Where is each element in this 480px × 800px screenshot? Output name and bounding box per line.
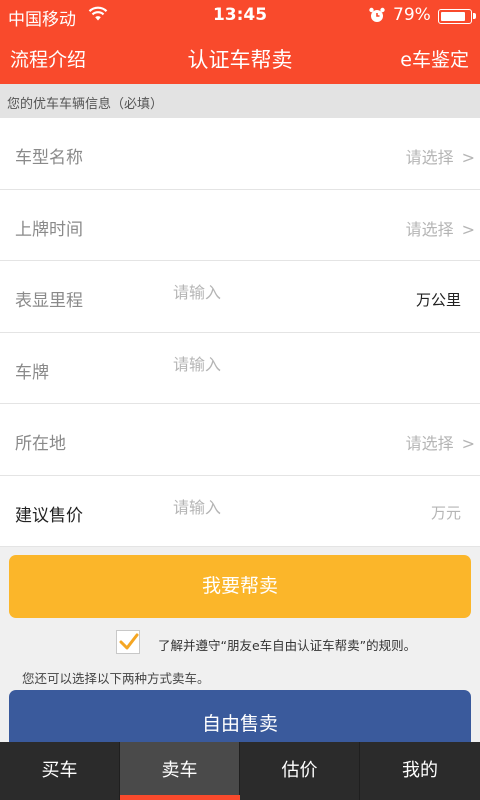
battery-percent: 79% <box>393 5 431 25</box>
suggested-price-label: 建议售价 <box>15 505 83 526</box>
nav-bar: 流程介绍 认证车帮卖 e车鉴定 <box>0 32 480 84</box>
registration-date-select[interactable]: 请选择 > <box>406 216 475 240</box>
checkmark-icon <box>119 633 139 650</box>
battery-fill <box>440 11 465 21</box>
car-inspection-link[interactable]: e车鉴定 <box>400 45 469 72</box>
car-model-row[interactable]: 车型名称 请选择 > <box>0 118 480 190</box>
section-header: 您的优车车辆信息（必填） <box>0 84 480 118</box>
alarm-icon <box>368 6 386 29</box>
vehicle-info-form: 车型名称 请选择 > 上牌时间 请选择 > 表显里程 请输入 万公里 车牌 请输入 … <box>0 118 480 547</box>
help-sell-button[interactable]: 我要帮卖 <box>9 555 471 618</box>
plate-row: 车牌 请输入 <box>0 333 480 404</box>
car-model-label: 车型名称 <box>15 148 83 168</box>
plate-label: 车牌 <box>15 362 49 383</box>
agreement-text[interactable]: 了解并遵守“朋友e车自由认证车帮卖”的规则。 <box>158 635 416 654</box>
car-model-select[interactable]: 请选择 > <box>406 144 475 168</box>
plate-input[interactable]: 请输入 <box>173 351 221 375</box>
registration-date-label: 上牌时间 <box>15 219 83 240</box>
location-select[interactable]: 请选择 > <box>406 430 475 454</box>
alternative-note: 您还可以选择以下两种方式卖车。 <box>22 671 210 686</box>
mileage-label: 表显里程 <box>15 291 83 311</box>
chevron-right-icon: > <box>461 148 475 167</box>
registration-date-row[interactable]: 上牌时间 请选择 > <box>0 190 480 261</box>
tab-valuation[interactable]: 估价 <box>240 742 360 800</box>
registration-date-hint: 请选择 <box>405 219 454 239</box>
mileage-row: 表显里程 请输入 万公里 <box>0 261 480 333</box>
mileage-unit: 万公里 <box>415 291 461 309</box>
location-hint: 请选择 <box>405 434 454 453</box>
suggested-price-row: 建议售价 请输入 万元 <box>0 476 480 547</box>
chevron-right-icon: > <box>461 219 475 239</box>
agree-checkbox[interactable] <box>116 630 140 654</box>
chevron-right-icon: > <box>461 434 475 453</box>
suggested-price-input[interactable]: 请输入 <box>173 494 221 518</box>
tab-buy[interactable]: 买车 <box>0 742 120 800</box>
tab-mine[interactable]: 我的 <box>360 742 480 800</box>
tab-bar: 买车 卖车 估价 我的 <box>0 742 480 800</box>
status-bar: 中国移动 13:45 79% <box>0 0 480 32</box>
price-unit: 万元 <box>430 503 461 522</box>
battery-nub <box>473 13 476 19</box>
mileage-input[interactable]: 请输入 <box>173 279 221 303</box>
battery-icon <box>438 9 476 24</box>
location-label: 所在地 <box>15 434 66 454</box>
car-model-hint: 请选择 <box>405 148 454 167</box>
location-row[interactable]: 所在地 请选择 > <box>0 404 480 476</box>
tab-sell[interactable]: 卖车 <box>120 742 240 800</box>
